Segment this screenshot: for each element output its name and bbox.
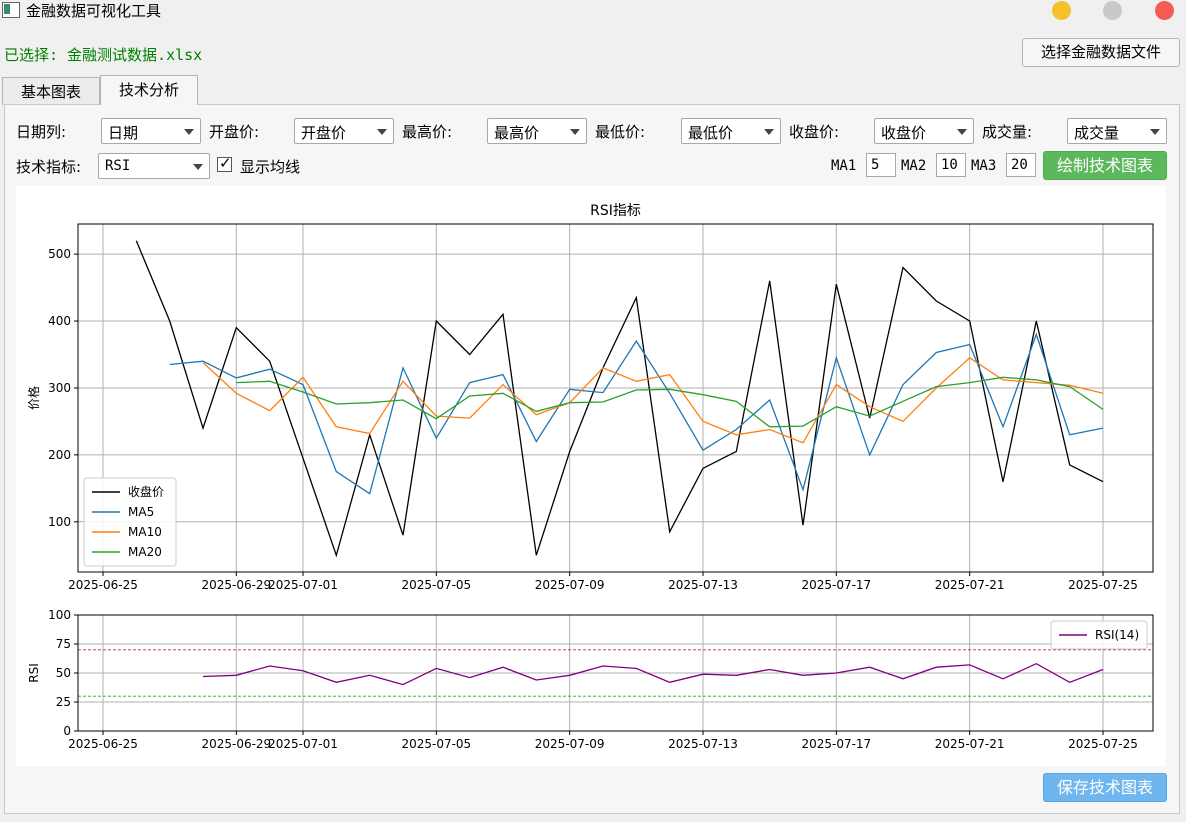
x-tick-label: 2025-07-21 (935, 737, 1005, 751)
y-tick-label: 50 (56, 666, 71, 680)
tab-basic-chart[interactable]: 基本图表 (2, 77, 100, 105)
y-axis-label: RSI (27, 663, 41, 683)
chevron-down-icon (570, 129, 580, 135)
high-price-label: 最高价: (402, 123, 453, 141)
date-column-value: 日期 (108, 124, 139, 142)
app-icon (2, 2, 20, 18)
x-tick-label: 2025-07-05 (401, 578, 471, 592)
legend-entry: 收盘价 (128, 484, 164, 499)
high-price-value: 最高价 (494, 124, 540, 142)
y-tick-label: 200 (48, 448, 71, 462)
ma1-input[interactable]: 5 (866, 153, 896, 177)
y-tick-label: 75 (56, 637, 71, 651)
chevron-down-icon (957, 129, 967, 135)
low-price-value: 最低价 (688, 124, 734, 142)
y-tick-label: 500 (48, 247, 71, 261)
volume-select[interactable]: 成交量 (1067, 118, 1167, 144)
minimize-button[interactable] (1052, 1, 1071, 20)
y-tick-label: 100 (48, 515, 71, 529)
save-chart-button[interactable]: 保存技术图表 (1043, 773, 1167, 802)
chart-title: RSI指标 (590, 203, 641, 219)
title-bar: 金融数据可视化工具 (0, 0, 1186, 24)
x-tick-label: 2025-07-17 (801, 737, 871, 751)
x-tick-label: 2025-07-21 (935, 578, 1005, 592)
chevron-down-icon (764, 129, 774, 135)
x-tick-label: 2025-07-01 (268, 578, 338, 592)
chevron-down-icon (377, 129, 387, 135)
volume-label: 成交量: (982, 123, 1033, 141)
x-tick-label: 2025-07-01 (268, 737, 338, 751)
y-tick-label: 100 (48, 608, 71, 622)
volume-value: 成交量 (1074, 124, 1120, 142)
tab-technical-analysis[interactable]: 技术分析 (100, 75, 198, 105)
open-price-value: 开盘价 (301, 124, 347, 142)
maximize-button[interactable] (1103, 1, 1122, 20)
low-price-label: 最低价: (595, 123, 646, 141)
checkmark-icon: ✓ (219, 154, 232, 172)
figure-background (16, 186, 1166, 766)
high-price-select[interactable]: 最高价 (487, 118, 587, 144)
close-price-select[interactable]: 收盘价 (874, 118, 974, 144)
ma3-label: MA3 (971, 158, 997, 174)
chevron-down-icon (193, 164, 203, 170)
y-tick-label: 400 (48, 314, 71, 328)
close-price-value: 收盘价 (881, 124, 927, 142)
legend: RSI(14) (1050, 620, 1148, 650)
x-tick-label: 2025-06-25 (68, 737, 138, 751)
ma2-input[interactable]: 10 (936, 153, 966, 177)
x-tick-label: 2025-07-09 (535, 578, 605, 592)
legend-entry: MA5 (128, 505, 154, 519)
open-price-label: 开盘价: (209, 123, 260, 141)
ma1-label: MA1 (831, 158, 857, 174)
y-tick-label: 300 (48, 381, 71, 395)
x-tick-label: 2025-07-13 (668, 578, 738, 592)
select-file-button[interactable]: 选择金融数据文件 (1022, 38, 1180, 67)
x-tick-label: 2025-06-29 (201, 737, 271, 751)
chevron-down-icon (1150, 129, 1160, 135)
y-tick-label: 0 (63, 724, 71, 738)
x-tick-label: 2025-06-29 (201, 578, 271, 592)
x-tick-label: 2025-07-05 (401, 737, 471, 751)
date-column-label: 日期列: (16, 123, 67, 141)
legend-entry: MA10 (128, 525, 162, 539)
x-tick-label: 2025-07-25 (1068, 737, 1138, 751)
legend-entry: RSI(14) (1095, 628, 1139, 642)
y-axis-label: 价格 (26, 386, 41, 410)
draw-chart-button[interactable]: 绘制技术图表 (1043, 151, 1167, 180)
x-tick-label: 2025-07-13 (668, 737, 738, 751)
window-title: 金融数据可视化工具 (26, 2, 162, 20)
x-tick-label: 2025-07-09 (535, 737, 605, 751)
legend: 收盘价 MA5 MA10 MA20 (83, 477, 177, 567)
chevron-down-icon (184, 129, 194, 135)
ma3-input[interactable]: 20 (1006, 153, 1036, 177)
x-tick-label: 2025-07-17 (801, 578, 871, 592)
show-ma-checkbox[interactable]: ✓ (217, 154, 232, 172)
indicator-label: 技术指标: (16, 158, 82, 176)
legend-entry: MA20 (128, 545, 162, 559)
close-price-label: 收盘价: (789, 123, 840, 141)
indicator-value: RSI (105, 158, 131, 174)
selected-file-label: 已选择: 金融测试数据.xlsx (4, 46, 203, 64)
y-tick-label: 25 (56, 695, 71, 709)
ma2-label: MA2 (901, 158, 927, 174)
close-button[interactable] (1155, 1, 1174, 20)
x-tick-label: 2025-07-25 (1068, 578, 1138, 592)
technical-chart: 2025-06-25 2025-06-292025-07-01 2025-07-05… (16, 186, 1166, 766)
x-tick-label: 2025-06-25 (68, 578, 138, 592)
open-price-select[interactable]: 开盘价 (294, 118, 394, 144)
show-ma-label: 显示均线 (240, 158, 301, 176)
low-price-select[interactable]: 最低价 (681, 118, 781, 144)
date-column-select[interactable]: 日期 (101, 118, 201, 144)
indicator-select[interactable]: RSI (98, 153, 210, 179)
